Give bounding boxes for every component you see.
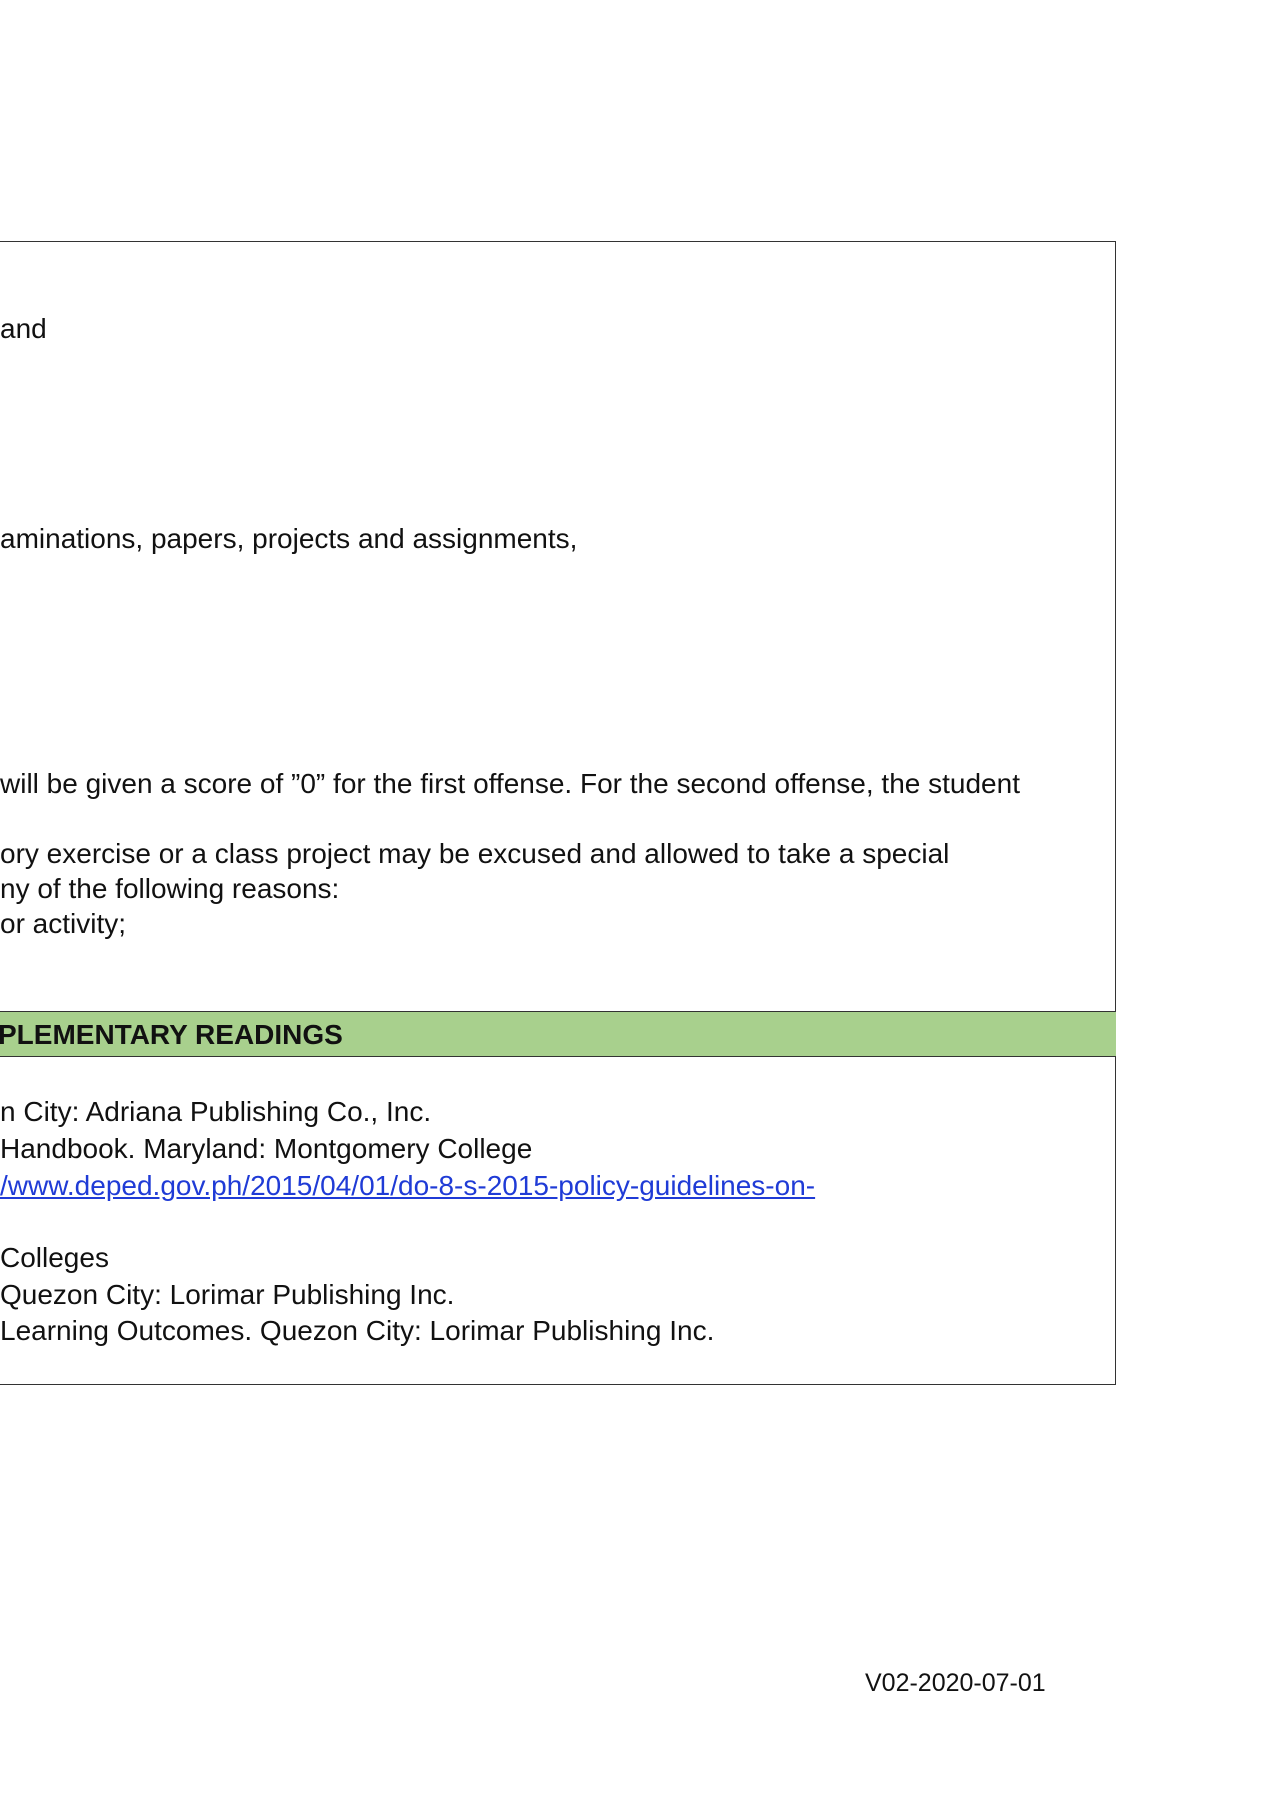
reading-item: Learning Outcomes. Quezon City: Lorimar … — [0, 1315, 715, 1346]
reading-item: n City: Adriana Publishing Co., Inc. — [0, 1096, 432, 1127]
reading-item: Quezon City: Lorimar Publishing Inc. — [0, 1279, 455, 1310]
document-version: V02-2020-07-01 — [865, 1669, 1046, 1697]
supplementary-readings-header-bar: PLEMENTARY READINGS — [0, 1011, 1116, 1057]
reading-item: Colleges — [0, 1242, 109, 1273]
policy-text-line: and — [0, 313, 47, 344]
section-title: PLEMENTARY READINGS — [0, 1019, 343, 1050]
deped-reference-link[interactable]: /www.deped.gov.ph/2015/04/01/do-8-s-2015… — [0, 1169, 815, 1203]
policy-text-line: ny of the following reasons: — [0, 873, 340, 904]
policy-text-line: or activity; — [0, 908, 127, 939]
policy-text-line: aminations, papers, projects and assignm… — [0, 523, 578, 554]
reading-item: Handbook. Maryland: Montgomery College — [0, 1133, 533, 1164]
syllabus-table-frame — [0, 241, 1116, 1385]
policy-text-line: will be given a score of ”0” for the fir… — [0, 768, 1020, 799]
policy-text-line: ory exercise or a class project may be e… — [0, 838, 950, 869]
